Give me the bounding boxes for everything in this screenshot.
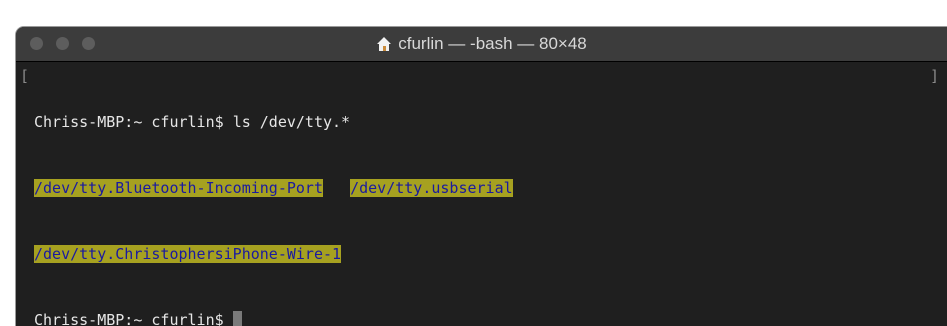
window-title-container: cfurlin — -bash — 80×48 bbox=[16, 33, 947, 58]
output-line-2: /dev/tty.ChristophersiPhone-Wire-1 bbox=[34, 243, 947, 265]
output-line-1: /dev/tty.Bluetooth-Incoming-Port /dev/tt… bbox=[34, 177, 947, 199]
home-icon bbox=[376, 36, 392, 58]
current-prompt-line[interactable]: Chriss-MBP:~ cfurlin$ bbox=[34, 309, 947, 326]
prompt: Chriss-MBP:~ cfurlin$ bbox=[34, 311, 224, 326]
output-item: /dev/tty.ChristophersiPhone-Wire-1 bbox=[34, 245, 342, 263]
command-text: ls /dev/tty.* bbox=[232, 113, 351, 131]
window-title: cfurlin — -bash — 80×48 bbox=[398, 34, 587, 53]
terminal-content[interactable]: Chriss-MBP:~ cfurlin$ ls /dev/tty.* /dev… bbox=[16, 62, 947, 326]
prompt: Chriss-MBP:~ cfurlin$ bbox=[34, 113, 224, 131]
command-line: Chriss-MBP:~ cfurlin$ ls /dev/tty.* bbox=[34, 111, 947, 133]
output-item: /dev/tty.Bluetooth-Incoming-Port bbox=[34, 179, 323, 197]
mark-bracket-left: [ bbox=[20, 67, 30, 85]
mark-bracket-right: ] bbox=[929, 67, 939, 85]
terminal-window[interactable]: cfurlin — -bash — 80×48 Chriss-MBP:~ cfu… bbox=[16, 27, 947, 326]
output-item: /dev/tty.usbserial bbox=[350, 179, 513, 197]
text-cursor[interactable] bbox=[232, 311, 242, 326]
title-bar[interactable]: cfurlin — -bash — 80×48 bbox=[16, 27, 947, 62]
